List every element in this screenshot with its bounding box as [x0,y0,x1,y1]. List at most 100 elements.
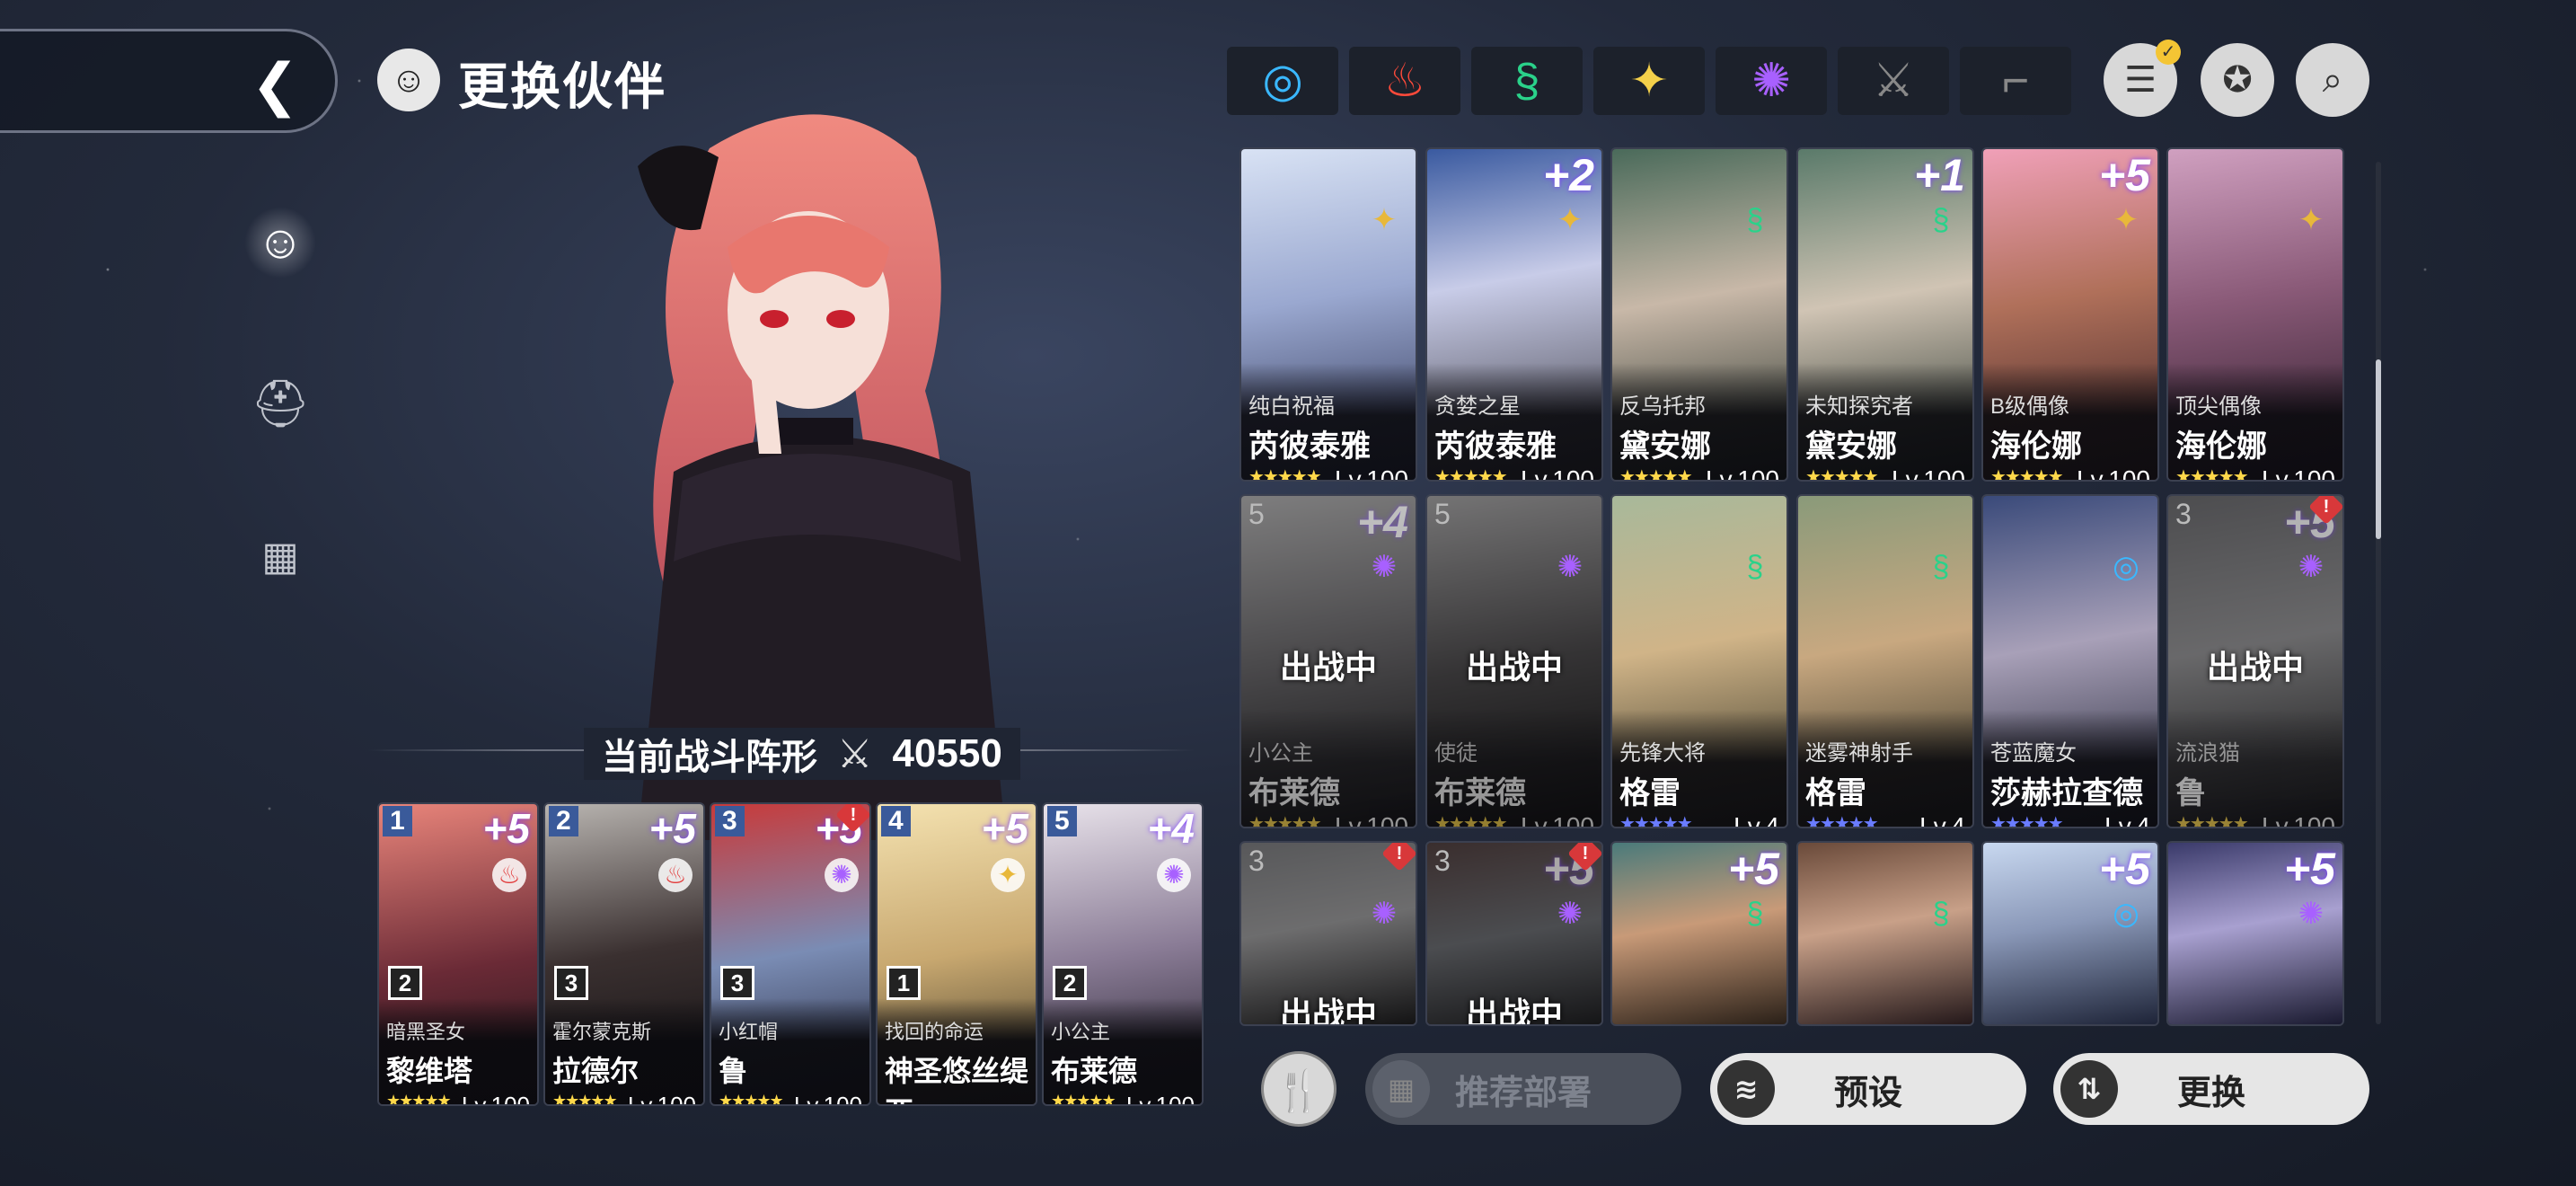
card-info: 流浪猫鲁 ★★★★★ Lv.100 [2168,710,2342,827]
partner-icon: ☺ [377,49,440,111]
fire-icon: ♨ [1383,55,1426,107]
filter-light-button[interactable]: ✦ [1593,47,1705,115]
star-rating: ★★★★★ [1248,467,1322,482]
element-icon: ✺ [825,858,859,892]
rank-badge: 1 [887,966,921,1000]
star-rating: ★★★★★ [1248,814,1322,828]
card-info: 反乌托邦 黛安娜 ★★★★★ Lv.100 [1612,363,1786,480]
character-title: 反乌托邦 [1619,394,1706,419]
search-icon: ⌕ [2322,60,2343,100]
roster-character-card[interactable]: +5 § [1610,841,1788,1026]
team-member-card[interactable]: 5 +4 ✺ 2 小公主 布莱德 ★★★★★ Lv.100 [1042,802,1204,1106]
element-icon: ◎ [2113,550,2139,584]
roster-character-card[interactable]: 3 ✺ 出战中! [1239,841,1417,1026]
star-rating: ★★★★★ [386,1092,452,1106]
roster-character-card[interactable]: 5 ✺ 出战中 使徒 布莱德 ★★★★★ Lv.100 [1425,494,1603,828]
formation-label: 当前战斗阵形 [602,738,817,777]
back-button[interactable]: ❮ [0,29,338,133]
roster-character-card[interactable]: § 反乌托邦 黛安娜 ★★★★★ Lv.100 [1610,147,1788,482]
formation-power: 40550 [892,731,1002,775]
team-member-card[interactable]: 3 +5 ✺ 3! 小红帽鲁 ★★★★★ Lv.100 [710,802,871,1106]
element-icon: ✺ [2298,550,2325,584]
swap-button[interactable]: ⇅ 更换 [2053,1053,2369,1125]
team-slot-number: 4 [881,806,911,836]
character-stats: ★★★★★ Lv.4 [1619,812,1779,827]
sort-filter-button[interactable]: ☰ ✓ [2104,40,2181,117]
roster-character-card[interactable]: +5 ✺ [2166,841,2344,1026]
character-title: 使徒 [1434,741,1478,766]
character-title: 找回的命运 [885,1021,984,1043]
character-stats: ★★★★★ Lv.100 [552,1092,696,1104]
element-icon: § [1932,550,1950,584]
side-nav-partner-icon[interactable]: ☺ [244,207,316,279]
character-name: 神圣悠丝缇亚 [885,1055,1029,1104]
filter-staff-button[interactable]: ⌐ [1960,47,2071,115]
roster-character-card[interactable]: 3 +5 ✺ 出战中! 流浪猫鲁 ★★★★★ Lv.100 [2166,494,2344,828]
light-icon: ✦ [1629,55,1669,107]
recommend-deploy-button[interactable]: ▦ 推荐部署 [1365,1053,1681,1125]
element-icon: § [1932,203,1950,237]
roster-character-card[interactable]: ◎ 苍蓝魔女 莎赫拉查德 ★★★★★ Lv.4 [1981,494,2159,828]
roster-character-card[interactable]: 5 +4 ✺ 出战中 小公主 布莱德 ★★★★★ Lv.100 [1239,494,1417,828]
filter-wind-button[interactable]: § [1471,47,1583,115]
enhance-level: +5 [1727,844,1779,894]
side-nav-grid-icon[interactable]: ▦ [244,521,316,593]
filter-dark-button[interactable]: ✺ [1716,47,1827,115]
character-name: 莎赫拉查德 [1990,776,2143,810]
roster-scrollbar[interactable] [2376,162,2381,1024]
card-info: 纯白祝福 芮彼泰雅 ★★★★★ Lv.100 [1241,363,1416,480]
medal-button[interactable]: ✪ [2201,43,2274,117]
card-info: 小公主 布莱德 ★★★★★ Lv.100 [1044,998,1202,1104]
roster-character-card[interactable]: § [1796,841,1974,1026]
filter-fire-button[interactable]: ♨ [1349,47,1460,115]
in-battle-label: 出战中 [1465,996,1563,1026]
filter-sword-button[interactable]: ⚔ [1838,47,1949,115]
roster-character-card[interactable]: +5 ✦ B级偶像 海伦娜 ★★★★★ Lv.100 [1981,147,2159,482]
enhance-level: +5 [981,805,1028,852]
star-rating: ★★★★★ [1434,467,1508,482]
character-name: 芮彼泰雅 [1248,429,1371,464]
roster-character-card[interactable]: +1 § 未知探究者 黛安娜 ★★★★★ Lv.100 [1796,147,1974,482]
character-title: 小红帽 [719,1021,779,1043]
rank-badge: 3 [554,966,588,1000]
character-level: Lv.100 [461,1092,530,1106]
star-rating: ★★★★★ [1990,467,2064,482]
scrollbar-thumb[interactable] [2376,359,2381,539]
character-name: 海伦娜 [2175,429,2267,464]
element-icon: ✺ [2298,897,2325,931]
element-icon: ◎ [2113,897,2139,931]
roster-character-card[interactable]: ✦ 顶尖偶像 海伦娜 ★★★★★ Lv.100 [2166,147,2344,482]
character-name: 布莱德 [1434,776,1526,810]
star-rating: ★★★★★ [2175,814,2249,828]
side-nav-helmet-icon[interactable]: ⛑ [244,368,316,440]
filter-water-button[interactable]: ◎ [1227,47,1338,115]
character-title: 小公主 [1248,741,1313,766]
water-icon: ◎ [1262,55,1303,107]
team-member-card[interactable]: 2 +5 ♨ 3 霍尔蒙克斯 拉德尔 ★★★★★ Lv.100 [543,802,705,1106]
roster-character-card[interactable]: +2 ✦ 贪婪之星 芮彼泰雅 ★★★★★ Lv.100 [1425,147,1603,482]
star-rating: ★★★★★ [1619,467,1693,482]
element-icon: ✦ [991,858,1025,892]
roster-character-card[interactable]: +5 ◎ [1981,841,2159,1026]
back-chevron-icon: ❮ [251,52,299,117]
character-title: B级偶像 [1990,394,2070,419]
card-info: 顶尖偶像 海伦娜 ★★★★★ Lv.100 [2168,363,2342,480]
card-info: 未知探究者 黛安娜 ★★★★★ Lv.100 [1798,363,1972,480]
team-member-card[interactable]: 4+5✦1找回的命运神圣悠丝缇亚★★★★★Lv.100 [876,802,1037,1106]
preset-button[interactable]: ≋ 预设 [1710,1053,2026,1125]
search-button[interactable]: ⌕ [2296,43,2369,117]
roster-character-card[interactable]: § 先锋大将 格雷 ★★★★★ Lv.4 [1610,494,1788,828]
team-member-card[interactable]: 1 +5 ♨ 2 暗黑圣女 黎维塔 ★★★★★ Lv.100 [377,802,539,1106]
element-icon: ✺ [1557,897,1584,931]
character-level: Lv.100 [793,1092,862,1106]
character-name: 格雷 [1619,776,1681,810]
roster-character-card[interactable]: ✦ 纯白祝福 芮彼泰雅 ★★★★★ Lv.100 [1239,147,1417,482]
roster-character-card[interactable]: 3 +5 ✺ 出战中! [1425,841,1603,1026]
character-stats: ★★★★★ Lv.100 [1805,465,1965,480]
cuisine-button[interactable]: 🍴 [1261,1051,1337,1127]
element-icon: ✦ [1557,203,1584,237]
element-icon: § [1746,897,1764,931]
roster-character-card[interactable]: § 迷雾神射手 格雷 ★★★★★ Lv.4 [1796,494,1974,828]
character-stats: ★★★★★ Lv.100 [2175,812,2335,828]
character-title: 暗黑圣女 [386,1021,466,1043]
